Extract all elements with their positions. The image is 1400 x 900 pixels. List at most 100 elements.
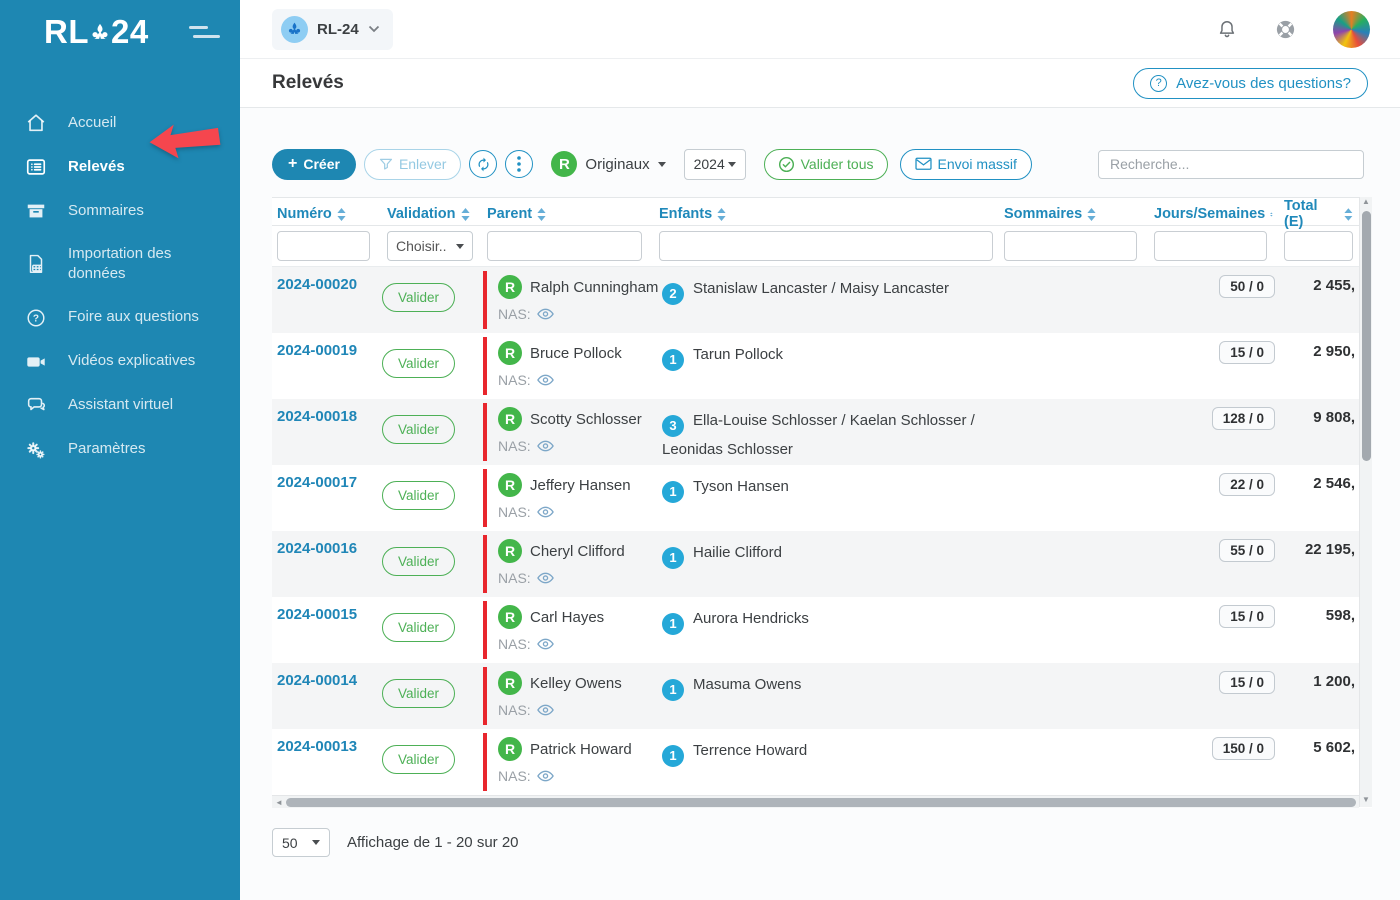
- eye-icon[interactable]: [537, 374, 554, 386]
- column-header-parent[interactable]: Parent: [482, 206, 654, 222]
- validate-all-button[interactable]: Valider tous: [764, 149, 888, 180]
- create-button[interactable]: + Créer: [272, 149, 356, 180]
- vertical-scroll-thumb[interactable]: [1362, 211, 1371, 461]
- valider-button[interactable]: Valider: [382, 481, 455, 510]
- scroll-left-arrow[interactable]: ◄: [272, 798, 286, 807]
- releve-type-badge: R: [551, 151, 577, 177]
- valider-button[interactable]: Valider: [382, 283, 455, 312]
- table-header-row: Numéro Validation Parent Enfants Sommair…: [272, 197, 1359, 226]
- eye-icon[interactable]: [537, 638, 554, 650]
- filter-sommaires-input[interactable]: [1004, 231, 1137, 261]
- faq-icon: ?: [24, 307, 48, 329]
- page-size-select[interactable]: 50: [272, 828, 330, 857]
- bell-icon: [1216, 18, 1238, 41]
- remove-button[interactable]: Enlever: [364, 149, 461, 180]
- eye-icon[interactable]: [537, 572, 554, 584]
- sidebar-item-sommaires[interactable]: Sommaires: [0, 189, 240, 233]
- valider-button[interactable]: Valider: [382, 349, 455, 378]
- workspace-selector[interactable]: RL-24: [272, 9, 393, 50]
- sort-icon: [1270, 208, 1273, 221]
- horizontal-scrollbar[interactable]: ◄: [272, 795, 1359, 808]
- filter-jours-input[interactable]: [1154, 231, 1267, 261]
- releve-type-badge: R: [498, 605, 522, 629]
- releve-number-link[interactable]: 2024-00014: [277, 672, 357, 689]
- eye-icon[interactable]: [537, 770, 554, 782]
- releve-number-link[interactable]: 2024-00015: [277, 606, 357, 623]
- valider-button[interactable]: Valider: [382, 745, 455, 774]
- valider-button[interactable]: Valider: [382, 547, 455, 576]
- vertical-scrollbar[interactable]: ▲ ▼: [1359, 197, 1372, 807]
- sidebar-item-faq[interactable]: ? Foire aux questions: [0, 296, 240, 340]
- year-select[interactable]: 2024: [684, 149, 746, 180]
- column-header-sommaires[interactable]: Sommaires: [999, 206, 1149, 222]
- more-options-button[interactable]: [505, 150, 533, 178]
- notifications-button[interactable]: [1216, 18, 1238, 41]
- support-button[interactable]: [1274, 18, 1297, 41]
- sommaires-cell: [999, 663, 1149, 729]
- table-row: 2024-00018 Valider R Scotty Schlosser NA…: [272, 399, 1359, 465]
- valider-button[interactable]: Valider: [382, 613, 455, 642]
- releve-type-badge: R: [498, 407, 522, 431]
- total-amount: 5 602,: [1313, 739, 1355, 756]
- type-selector[interactable]: R Originaux: [551, 151, 665, 177]
- eye-icon[interactable]: [537, 308, 554, 320]
- valider-button[interactable]: Valider: [382, 415, 455, 444]
- releve-type-badge: R: [498, 473, 522, 497]
- column-header-enfants[interactable]: Enfants: [654, 206, 999, 222]
- workspace-fleur-icon: [281, 16, 308, 43]
- help-questions-button[interactable]: ? Avez-vous des questions?: [1133, 68, 1368, 99]
- sidebar-item-videos[interactable]: Vidéos explicatives: [0, 340, 240, 384]
- parametres-icon: [24, 439, 48, 461]
- children-names: Masuma Owens: [693, 676, 801, 693]
- svg-text:?: ?: [33, 313, 39, 324]
- sort-icon: [1087, 208, 1096, 221]
- nas-label: NAS:: [498, 306, 531, 322]
- scroll-up-arrow[interactable]: ▲: [1362, 197, 1370, 209]
- horizontal-scroll-thumb[interactable]: [286, 798, 1356, 807]
- create-label: Créer: [303, 156, 340, 172]
- sidebar-item-label: Relevés: [68, 157, 125, 177]
- releve-number-link[interactable]: 2024-00020: [277, 276, 357, 293]
- filter-numero-input[interactable]: [277, 231, 370, 261]
- releve-type-badge: R: [498, 737, 522, 761]
- page-title: Relevés: [272, 72, 344, 94]
- sort-icon: [461, 208, 470, 221]
- scroll-down-arrow[interactable]: ▼: [1362, 795, 1370, 807]
- menu-icon[interactable]: [185, 22, 224, 42]
- parent-name: Patrick Howard: [530, 741, 632, 758]
- releve-number-link[interactable]: 2024-00013: [277, 738, 357, 755]
- annotation-arrow: [148, 123, 222, 160]
- mass-send-button[interactable]: Envoi massif: [900, 149, 1032, 180]
- sidebar-item-assistant[interactable]: Assistant virtuel: [0, 384, 240, 428]
- sommaires-cell: [999, 465, 1149, 531]
- caret-icon: [312, 840, 320, 845]
- filter-enfants-input[interactable]: [659, 231, 993, 261]
- eye-icon[interactable]: [537, 506, 554, 518]
- releves-icon: [24, 156, 48, 178]
- valider-button[interactable]: Valider: [382, 679, 455, 708]
- eye-icon[interactable]: [537, 440, 554, 452]
- column-header-jours-semaines[interactable]: Jours/Semaines: [1149, 206, 1279, 222]
- search-input[interactable]: [1098, 150, 1364, 179]
- mass-send-label: Envoi massif: [938, 156, 1017, 172]
- releve-number-link[interactable]: 2024-00019: [277, 342, 357, 359]
- caret-icon: [728, 162, 736, 167]
- refresh-icon: [476, 157, 491, 172]
- releve-number-link[interactable]: 2024-00017: [277, 474, 357, 491]
- releve-number-link[interactable]: 2024-00018: [277, 408, 357, 425]
- sidebar-item-parametres[interactable]: Paramètres: [0, 428, 240, 472]
- releve-number-link[interactable]: 2024-00016: [277, 540, 357, 557]
- filter-validation-select[interactable]: Choisir..: [387, 231, 473, 261]
- filter-total-input[interactable]: [1284, 231, 1353, 261]
- total-amount: 2 546,: [1313, 475, 1355, 492]
- eye-icon[interactable]: [537, 704, 554, 716]
- column-header-numero[interactable]: Numéro: [272, 206, 382, 222]
- sidebar-item-importation[interactable]: Importation des données: [0, 233, 240, 296]
- chevron-down-icon: [368, 25, 380, 33]
- user-avatar[interactable]: [1333, 11, 1370, 48]
- column-header-total[interactable]: Total (E): [1279, 198, 1359, 230]
- column-header-validation[interactable]: Validation: [382, 206, 482, 222]
- filter-parent-input[interactable]: [487, 231, 642, 261]
- sidebar-item-label: Paramètres: [68, 439, 146, 459]
- refresh-button[interactable]: [469, 150, 497, 178]
